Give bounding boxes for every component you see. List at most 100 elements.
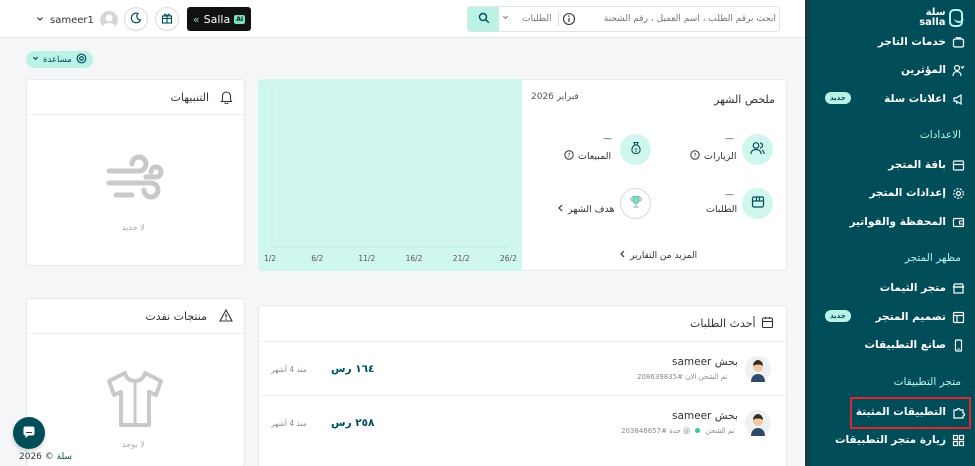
- chart-x-tick: 6/2: [311, 254, 324, 263]
- orders-metric: الطلبات: [706, 204, 737, 215]
- sidebar-item-visit-app-store[interactable]: زيارة متجر التطبيقات: [815, 429, 965, 451]
- avatar: [99, 11, 118, 29]
- help-button[interactable]: مساعدة: [26, 51, 93, 68]
- sidebar-section-settings: الاعدادات: [919, 129, 961, 141]
- chat-icon: [22, 425, 36, 442]
- layout-icon: [952, 311, 965, 324]
- help-circle-icon[interactable]: ?: [690, 150, 700, 163]
- order-time: منذ 4 أشهر: [271, 365, 307, 374]
- summary-period: فبراير 2026: [531, 92, 579, 102]
- mobile-icon: [952, 338, 965, 352]
- search-button[interactable]: [468, 7, 499, 31]
- notifications-card: التنبيهات لا جديد: [26, 79, 245, 266]
- lifebuoy-icon: [76, 53, 87, 67]
- sidebar-item-store-design[interactable]: تصميم المتجر جديد: [815, 306, 965, 328]
- store-package-icon: [952, 159, 965, 172]
- user-menu[interactable]: sameer1: [36, 10, 118, 30]
- dark-mode-button[interactable]: [124, 7, 148, 31]
- gift-icon: [161, 12, 173, 27]
- sales-value: —: [603, 134, 612, 144]
- sidebar-item-store-package[interactable]: باقة المتجر: [815, 154, 965, 176]
- sidebar-section-appearance: مظهر المتجر: [904, 252, 961, 264]
- double-chevron-left-icon: «: [192, 12, 200, 26]
- sidebar-item-label: إعدادات المتجر: [869, 187, 946, 199]
- chart-x-tick: 1/2: [264, 254, 277, 263]
- sales-metric: ? المبيعات: [564, 150, 611, 163]
- chart-svg: [271, 89, 508, 248]
- info-icon[interactable]: [562, 12, 576, 26]
- sidebar-item-app-builder[interactable]: صانع التطبيقات: [815, 334, 965, 356]
- chevron-left-icon: [557, 204, 564, 215]
- box-icon: [751, 195, 765, 212]
- out-of-stock-title: منتجات نفدت: [145, 310, 207, 323]
- search-scope-value: الطلبات: [522, 14, 552, 24]
- shirt-icon: [105, 369, 165, 432]
- footer: سلة © 2026: [19, 452, 72, 462]
- chevron-down-icon: [32, 55, 39, 65]
- users-icon: [750, 141, 765, 158]
- order-row[interactable]: sameer بحش تم الشحن @ جدة #203846657 ٢٥٨…: [259, 395, 786, 449]
- chart-x-tick: 11/2: [358, 254, 376, 263]
- order-price: ١٦٤ رس: [331, 363, 375, 375]
- chart-x-tick: 21/2: [452, 254, 470, 263]
- wallet-icon: [952, 216, 965, 229]
- gift-button[interactable]: [155, 7, 179, 31]
- search-bar: الطلبات: [467, 6, 780, 32]
- merchant-services-icon: [952, 36, 965, 49]
- notifications-header: [27, 80, 244, 115]
- sidebar-item-influencers[interactable]: المؤثرين: [815, 59, 965, 81]
- footer-brand[interactable]: سلة: [57, 452, 72, 462]
- order-city: @ جدة: [669, 427, 691, 435]
- salla-ai-button[interactable]: « Salla AI: [187, 7, 251, 31]
- sidebar-item-label: المؤثرين: [900, 64, 946, 76]
- sidebar-item-label: المحفظة والفواتير: [849, 216, 946, 228]
- chat-button[interactable]: [13, 417, 45, 449]
- help-circle-icon[interactable]: ?: [564, 150, 574, 163]
- sidebar-item-label: متجر الثيمات: [879, 282, 946, 294]
- customer-avatar-icon: [745, 410, 771, 436]
- sidebar-item-themes-store[interactable]: متجر الثيمات: [815, 277, 965, 299]
- sidebar-edge: [805, 0, 809, 466]
- sidebar-item-label: باقة المتجر: [888, 159, 946, 171]
- visits-metric-icon: [742, 134, 773, 165]
- goal-metric[interactable]: هدف الشهر: [557, 204, 615, 215]
- wind-icon: [106, 151, 164, 210]
- apps-grid-icon: [952, 434, 965, 447]
- sidebar-item-salla-ads[interactable]: اعلانات سلة جديد: [815, 88, 965, 110]
- sidebar-item-merchant-services[interactable]: خدمات التاجر: [815, 31, 965, 53]
- order-row[interactable]: sameer بحش تم الشحن الان #208639835 ١٦٤ …: [259, 341, 786, 395]
- sidebar-item-label: صانع التطبيقات: [864, 339, 946, 351]
- influencers-icon: [952, 64, 965, 77]
- order-time: منذ 4 أشهر: [271, 419, 307, 428]
- salla-logo[interactable]: سلة salla: [913, 6, 965, 30]
- new-badge: جديد: [825, 92, 851, 104]
- money-bag-icon: $: [629, 141, 643, 158]
- highlight-box: [850, 397, 971, 429]
- more-reports-link[interactable]: المزيد من التقارير: [619, 250, 697, 261]
- new-badge: جديد: [825, 310, 851, 322]
- order-number: تم الشحن @ جدة #203846657: [621, 427, 735, 435]
- orders-label: الطلبات: [706, 204, 738, 215]
- search-input[interactable]: [580, 9, 776, 29]
- sidebar-section-app-store: متجر التطبيقات: [893, 376, 961, 388]
- visits-label: الزيارات: [704, 151, 737, 162]
- order-number: تم الشحن الان #208639835: [631, 373, 728, 381]
- out-of-stock-empty-text: لا يوجد: [122, 440, 145, 449]
- order-customer-name: sameer بحش: [672, 410, 738, 422]
- sidebar-item-store-settings[interactable]: إعدادات المتجر: [815, 182, 965, 204]
- sales-label: المبيعات: [578, 151, 612, 162]
- order-id: #208639835: [637, 373, 683, 381]
- order-status: تم الشحن: [705, 427, 735, 435]
- chart-x-tick: 16/2: [405, 254, 423, 263]
- help-label: مساعدة: [43, 54, 72, 65]
- bell-icon: [220, 90, 233, 107]
- trophy-icon: [629, 195, 643, 212]
- search-scope-select[interactable]: الطلبات: [502, 7, 552, 31]
- out-of-stock-header: [27, 299, 244, 334]
- visits-value: —: [725, 134, 734, 144]
- sidebar-item-wallet[interactable]: المحفظة والفواتير: [815, 211, 965, 233]
- svg-text:?: ?: [693, 152, 696, 159]
- themes-store-icon: [952, 282, 965, 295]
- warning-icon: [219, 308, 233, 325]
- footer-copyright: © 2026: [19, 452, 54, 462]
